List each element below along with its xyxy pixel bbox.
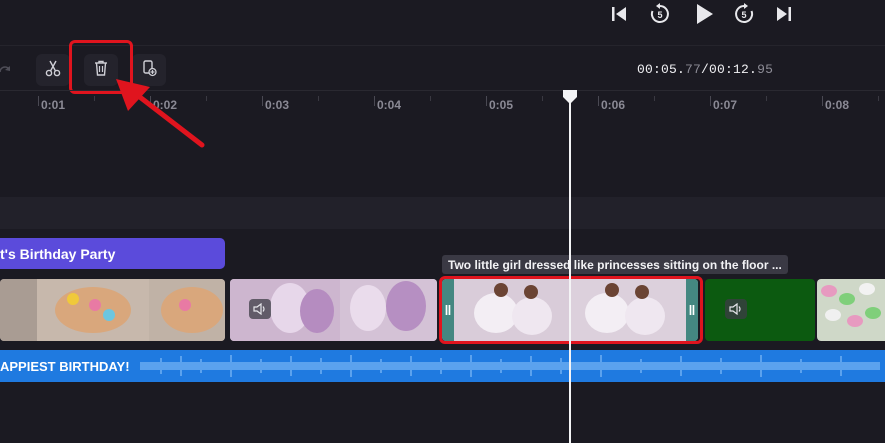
ruler-major-tick	[486, 96, 487, 106]
ruler-label: 0:08	[825, 98, 850, 112]
current-time-main: 00:05.	[637, 62, 686, 77]
video-clip-green[interactable]	[705, 279, 815, 341]
redo-icon[interactable]	[0, 54, 16, 86]
title-clip-label: t's Birthday Party	[0, 245, 116, 262]
clip-thumbnail	[37, 279, 149, 341]
rewind-5-icon[interactable]: 5	[646, 0, 674, 28]
ruler-label: 0:05	[489, 98, 514, 112]
ruler-minor-tick	[878, 96, 879, 101]
ruler-major-tick	[710, 96, 711, 106]
audio-track-clip[interactable]: APPIEST BIRTHDAY!	[0, 350, 885, 382]
play-icon[interactable]	[690, 0, 718, 28]
ruler-major-tick	[598, 96, 599, 106]
rewind-seconds-label: 5	[657, 10, 662, 20]
ruler-major-tick	[374, 96, 375, 106]
clip-thumbnail	[149, 279, 225, 341]
ruler-minor-tick	[654, 96, 655, 101]
audio-track-label: APPIEST BIRTHDAY!	[0, 358, 130, 374]
video-clip-balloons[interactable]	[230, 279, 437, 341]
skip-back-icon[interactable]	[605, 0, 633, 28]
skip-forward-icon[interactable]	[770, 0, 798, 28]
ruler-major-tick	[262, 96, 263, 106]
audio-waveform	[140, 355, 880, 377]
ruler-label: 0:04	[377, 98, 402, 112]
ruler-minor-tick	[430, 96, 431, 101]
playhead-handle[interactable]	[563, 90, 577, 104]
ruler-label: 0:03	[265, 98, 290, 112]
clip-tooltip: Two little girl dressed like princesses …	[442, 255, 788, 274]
annotation-arrow-icon	[116, 79, 205, 148]
ruler-major-tick	[38, 96, 39, 106]
ruler-major-tick	[822, 96, 823, 106]
timecode-display: 00:05.77/00:12.95	[637, 62, 773, 77]
clip-audio-icon[interactable]	[249, 299, 271, 319]
title-text-clip[interactable]: t's Birthday Party	[0, 238, 225, 269]
empty-track-lane[interactable]	[0, 197, 885, 229]
ruler-minor-tick	[94, 96, 95, 101]
ruler-minor-tick	[542, 96, 543, 101]
forward-5-icon[interactable]: 5	[730, 0, 758, 28]
clip-audio-icon[interactable]	[725, 299, 747, 319]
forward-seconds-label: 5	[741, 10, 746, 20]
ruler-minor-tick	[318, 96, 319, 101]
total-time-main: 00:12.	[709, 62, 758, 77]
time-separator: /	[701, 62, 710, 77]
selected-clip-highlight	[439, 276, 703, 344]
tooltip-text: Two little girl dressed like princesses …	[448, 257, 782, 272]
playhead-line[interactable]	[569, 95, 571, 443]
clip-thumbnail	[230, 279, 340, 341]
ruler-minor-tick	[766, 96, 767, 101]
scissors-icon	[44, 59, 62, 82]
video-clip-cupcakes[interactable]	[0, 279, 225, 341]
ruler-label: 0:06	[601, 98, 626, 112]
transport-bar: 5 5	[0, 0, 885, 45]
ruler-label: 0:07	[713, 98, 738, 112]
total-time-frac: 95	[757, 62, 774, 77]
current-time-frac: 77	[685, 62, 702, 77]
video-clip-candy[interactable]	[817, 279, 885, 341]
clip-thumbnail	[340, 279, 437, 341]
ruler-label: 0:01	[41, 98, 66, 112]
clip-thumbnail	[0, 279, 37, 341]
split-button[interactable]	[36, 54, 70, 86]
